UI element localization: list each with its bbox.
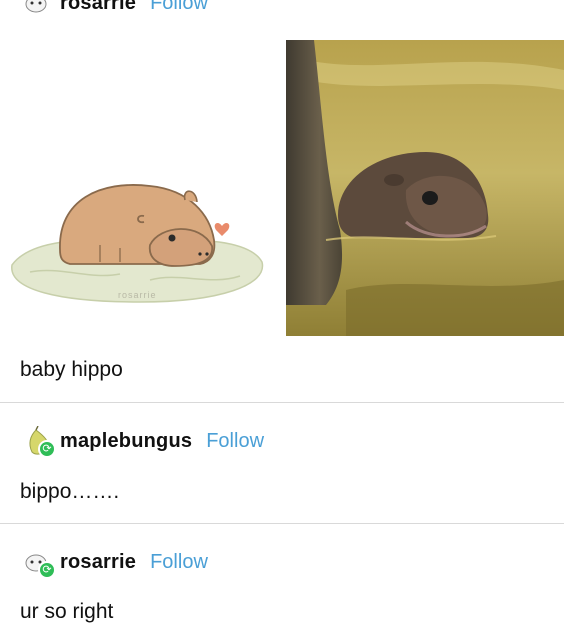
hippo-photo-icon [286, 40, 564, 336]
username[interactable]: maplebungus [60, 430, 192, 453]
reblog-comment: ur so right [20, 600, 114, 623]
hippo-illustration: rosarrie [0, 40, 280, 336]
post-header: rosarrie Follow [20, 0, 208, 18]
reblog-header: ⟳ maplebungus Follow [20, 425, 264, 458]
follow-button[interactable]: Follow [150, 0, 208, 15]
artist-signature: rosarrie [118, 290, 157, 300]
hippo-photo [286, 40, 564, 336]
follow-button[interactable]: Follow [150, 551, 208, 574]
reblog-icon: ⟳ [38, 440, 56, 458]
username[interactable]: rosarrie [60, 0, 136, 15]
user-avatar[interactable]: ⟳ [20, 547, 56, 579]
reblog-comment: bippo……. [20, 480, 120, 503]
divider [0, 523, 564, 524]
cow-avatar-icon [25, 0, 47, 13]
follow-button[interactable]: Follow [206, 430, 264, 453]
reblog-header: ⟳ rosarrie Follow [20, 547, 208, 579]
post-caption: baby hippo [20, 358, 123, 381]
user-avatar[interactable] [20, 0, 54, 18]
username[interactable]: rosarrie [60, 551, 136, 574]
user-avatar[interactable]: ⟳ [20, 425, 56, 458]
reblog-icon: ⟳ [38, 561, 56, 579]
divider [0, 402, 564, 403]
